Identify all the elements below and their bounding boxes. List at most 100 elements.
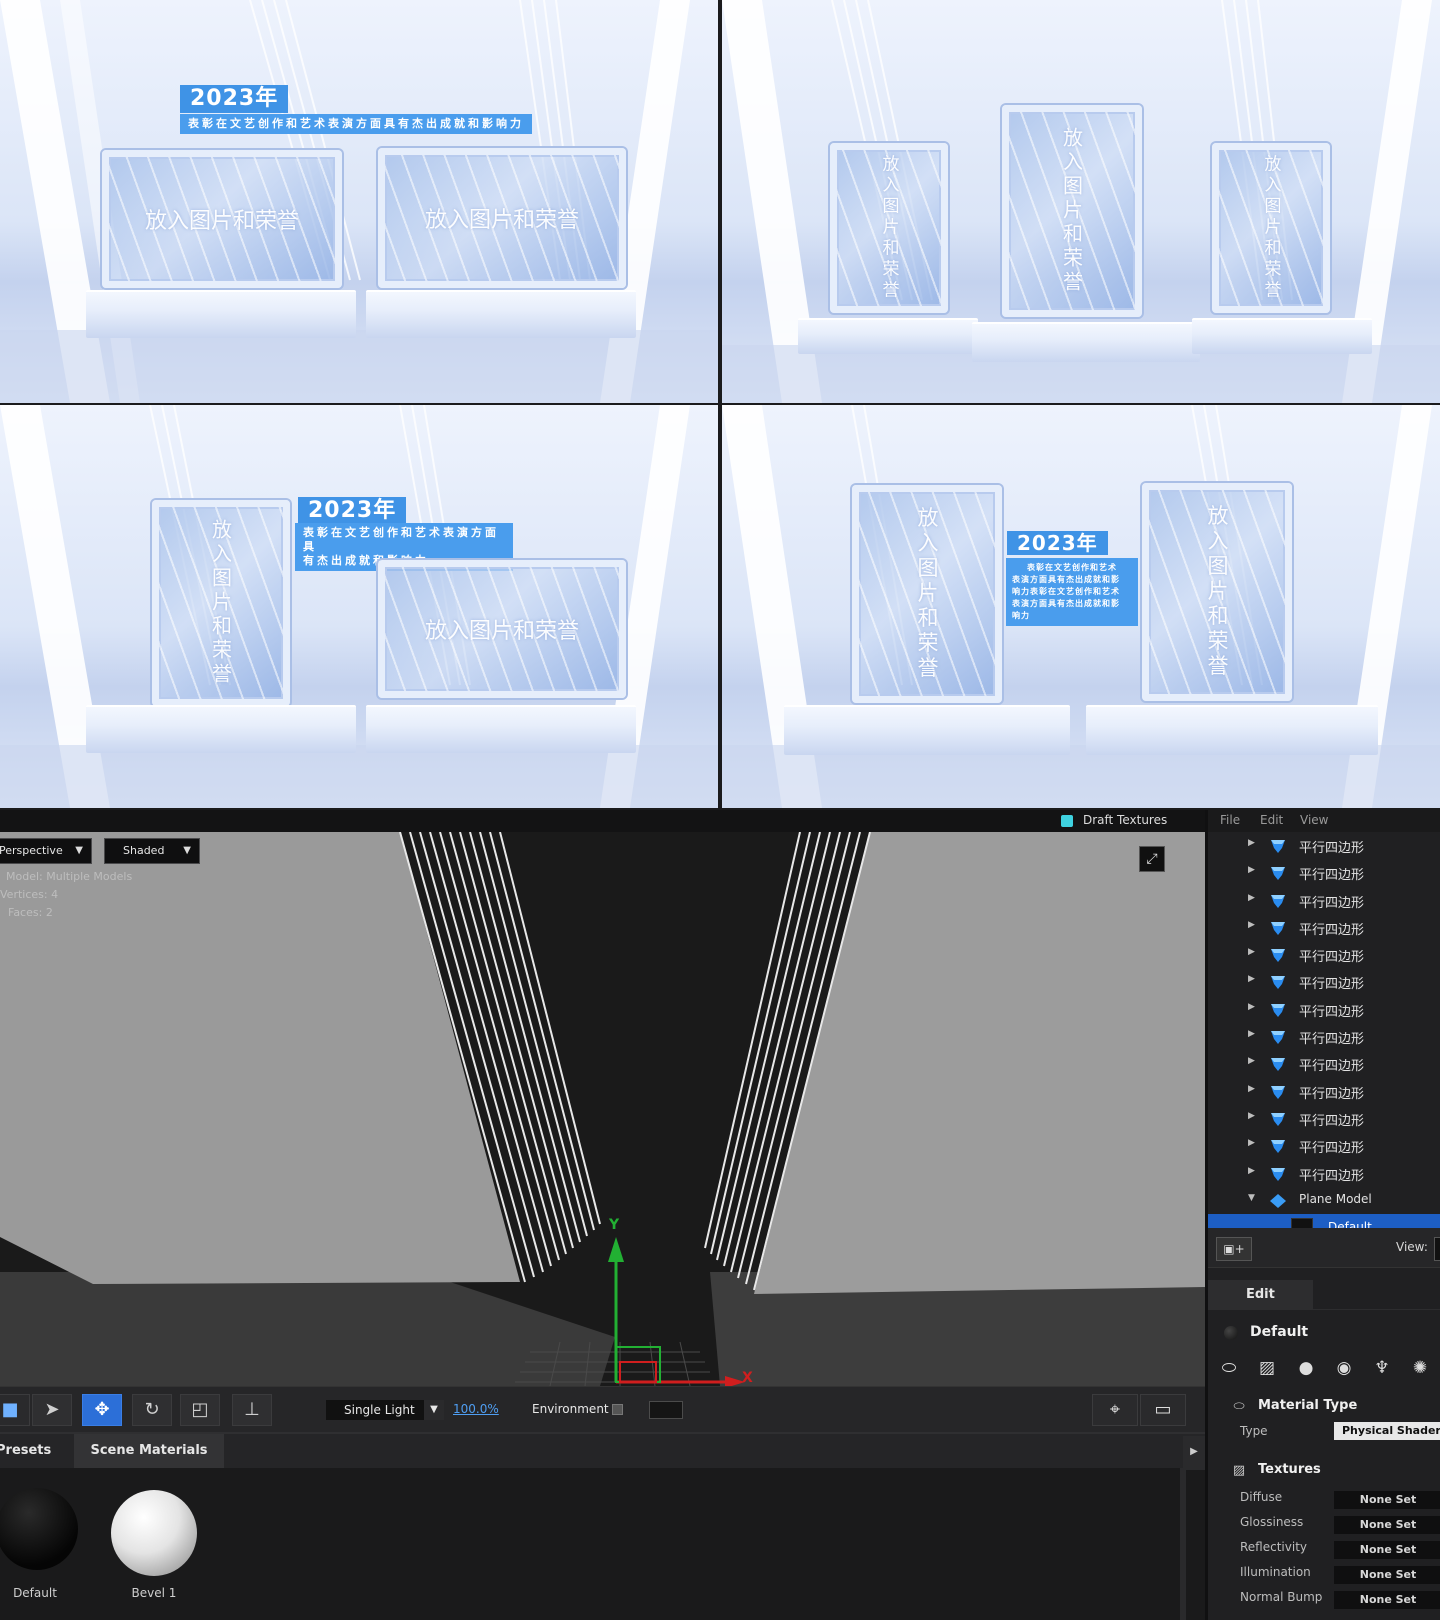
expand-arrow-icon[interactable]: ▶ xyxy=(1248,1138,1255,1148)
frame-placeholder-text: 放入图片和荣誉 xyxy=(1059,127,1084,295)
expand-arrow-icon[interactable]: ▶ xyxy=(1248,838,1255,848)
photo-frame: 放入图片和荣誉 xyxy=(378,148,626,288)
expand-arrow-icon[interactable]: ▶ xyxy=(1248,920,1255,930)
expand-arrow-icon[interactable]: ▶ xyxy=(1248,1029,1255,1039)
lamp-icon[interactable]: ♆ xyxy=(1369,1355,1395,1381)
menu-file[interactable]: File xyxy=(1220,813,1240,827)
material-label: Default xyxy=(13,1586,57,1600)
photo-frame: 放入图片和荣誉 xyxy=(1212,143,1330,313)
year-badge: 2023年 xyxy=(180,85,289,113)
model-icon xyxy=(1271,1167,1285,1181)
pedestal xyxy=(1086,705,1378,755)
environment-checkbox[interactable] xyxy=(612,1404,623,1415)
tree-item[interactable]: ▶ 平行四边形 xyxy=(1208,859,1440,886)
tab-scene-materials[interactable]: Scene Materials xyxy=(74,1434,224,1468)
materials-panel: Presets Scene Materials ▶ Default Bevel … xyxy=(0,1432,1205,1620)
rotate-tool-icon[interactable]: ↻ xyxy=(132,1394,172,1426)
expand-arrow-icon[interactable]: ▶ xyxy=(1248,893,1255,903)
tree-item[interactable]: ▶ 平行四边形 xyxy=(1208,1105,1440,1132)
expand-arrow-icon[interactable]: ▶ xyxy=(1248,947,1255,957)
textures-icon: ▨ xyxy=(1232,1463,1246,1478)
tree-item-plane-model[interactable]: ▼ Plane Model xyxy=(1208,1187,1440,1214)
expand-arrow-icon[interactable]: ▶ xyxy=(1248,974,1255,984)
select-tool-icon[interactable]: ➤ xyxy=(32,1394,72,1426)
frame-placeholder-text: 放入图片和荣誉 xyxy=(1205,504,1229,680)
tree-item[interactable]: ▶ 平行四边形 xyxy=(1208,1023,1440,1050)
tab-presets[interactable]: Presets xyxy=(0,1434,70,1468)
projection-dropdown[interactable]: Perspective ▼ xyxy=(0,838,92,864)
expand-arrow-icon[interactable]: ▶ xyxy=(1248,1166,1255,1176)
pivot-tool-icon[interactable]: ⊥ xyxy=(232,1394,272,1426)
tab-edit[interactable]: Edit xyxy=(1208,1280,1313,1310)
frame-placeholder-text: 放入图片和荣誉 xyxy=(878,154,899,302)
glossy-sphere-icon[interactable]: ◉ xyxy=(1331,1355,1357,1381)
texture-slot-normal-bump[interactable]: None Set xyxy=(1334,1591,1440,1609)
photo-frame: 放入图片和荣誉 xyxy=(378,560,626,698)
preview-render-1: 2023年 表彰在文艺创作和艺术表演方面具有杰出成就和影响力 放入图片和荣誉 放… xyxy=(0,0,718,403)
texture-label-illumination: Illumination xyxy=(1240,1565,1311,1579)
texture-label-glossiness: Glossiness xyxy=(1240,1515,1304,1529)
screen: { "previews": { "p1": { "year": "2023年",… xyxy=(0,0,1440,1620)
texture-slot-diffuse[interactable]: None Set xyxy=(1334,1491,1440,1509)
material-sphere-default[interactable] xyxy=(0,1488,78,1570)
environment-color-swatch[interactable] xyxy=(649,1401,683,1419)
material-sphere-bevel[interactable] xyxy=(111,1490,197,1576)
tree-item[interactable]: ▶ 平行四边形 xyxy=(1208,914,1440,941)
expand-arrow-icon[interactable]: ▶ xyxy=(1248,1111,1255,1121)
chevron-right-icon[interactable]: ▶ xyxy=(1183,1436,1205,1470)
move-tool-icon[interactable]: ✥ xyxy=(82,1394,122,1426)
material-mode-icons: ⬭ ▨ ● ◉ ♆ ✺ xyxy=(1216,1355,1440,1383)
camera-tool-icon[interactable]: ■ xyxy=(0,1394,30,1426)
material-toggle-icon[interactable]: ⬭ xyxy=(1216,1355,1242,1381)
shader-type-dropdown[interactable]: Physical Shader xyxy=(1334,1422,1440,1440)
model-icon xyxy=(1271,949,1285,963)
tree-item[interactable]: ▶ 平行四边形 xyxy=(1208,968,1440,995)
scene-menubar: File Edit View xyxy=(1208,810,1440,832)
model-icon xyxy=(1271,1031,1285,1045)
light-bulb-icon[interactable]: ✺ xyxy=(1407,1355,1433,1381)
sphere-icon[interactable]: ● xyxy=(1293,1355,1319,1381)
pedestal xyxy=(366,705,636,753)
tree-item[interactable]: ▶ 平行四边形 xyxy=(1208,1078,1440,1105)
texture-slot-glossiness[interactable]: None Set xyxy=(1334,1516,1440,1534)
add-object-icon[interactable]: ▣+ xyxy=(1216,1237,1252,1261)
chevron-down-icon: ▼ xyxy=(424,1400,444,1420)
tree-item[interactable]: ▶ 平行四边形 xyxy=(1208,887,1440,914)
lighting-dropdown[interactable]: Single Light ▼ xyxy=(326,1400,444,1420)
display-icon[interactable]: ▭ xyxy=(1140,1394,1186,1426)
tree-item[interactable]: ▶ 平行四边形 xyxy=(1208,1160,1440,1187)
materials-scrollbar[interactable] xyxy=(1180,1468,1186,1620)
menu-view[interactable]: View xyxy=(1300,813,1328,827)
tree-item[interactable]: ▶ 平行四边形 xyxy=(1208,832,1440,859)
menu-edit[interactable]: Edit xyxy=(1260,813,1283,827)
expand-arrow-icon[interactable]: ▶ xyxy=(1248,1056,1255,1066)
collapse-arrow-icon[interactable]: ▼ xyxy=(1248,1193,1255,1203)
scene-panel-toolbar: ▣+ View: xyxy=(1208,1228,1440,1268)
tree-item[interactable]: ▶ 平行四边形 xyxy=(1208,941,1440,968)
expand-arrow-icon[interactable]: ▶ xyxy=(1248,1084,1255,1094)
maximize-viewport-icon[interactable]: ⤢ xyxy=(1139,846,1165,872)
3d-viewport[interactable]: Y X Perspective ▼ Shaded ▼ Model: Multiple… xyxy=(0,832,1205,1386)
pedestal xyxy=(86,290,356,338)
view-dropdown[interactable] xyxy=(1434,1237,1440,1261)
shading-dropdown[interactable]: Shaded ▼ xyxy=(104,838,200,864)
expand-arrow-icon[interactable]: ▶ xyxy=(1248,865,1255,875)
tree-item[interactable]: ▶ 平行四边形 xyxy=(1208,996,1440,1023)
model-icon xyxy=(1271,867,1285,881)
draft-textures-checkbox[interactable] xyxy=(1061,815,1073,827)
frame-placeholder-text: 放入图片和荣誉 xyxy=(915,506,939,682)
light-intensity-link[interactable]: 100.0% xyxy=(453,1402,499,1416)
tree-item[interactable]: ▶ 平行四边形 xyxy=(1208,1132,1440,1159)
texture-slot-illumination[interactable]: None Set xyxy=(1334,1566,1440,1584)
image-icon[interactable]: ▨ xyxy=(1254,1355,1280,1381)
viewport-top-strip: Draft Textures xyxy=(0,810,1205,832)
tree-item[interactable]: ▶ 平行四边形 xyxy=(1208,1050,1440,1077)
scale-tool-icon[interactable]: ◰ xyxy=(180,1394,220,1426)
view-label: View: xyxy=(1396,1240,1428,1254)
chevron-down-icon: ▼ xyxy=(183,845,191,856)
expand-arrow-icon[interactable]: ▶ xyxy=(1248,1002,1255,1012)
pedestal xyxy=(1192,318,1372,354)
model-icon xyxy=(1271,1003,1285,1017)
texture-slot-reflectivity[interactable]: None Set xyxy=(1334,1541,1440,1559)
target-icon[interactable]: ⌖ xyxy=(1092,1394,1138,1426)
